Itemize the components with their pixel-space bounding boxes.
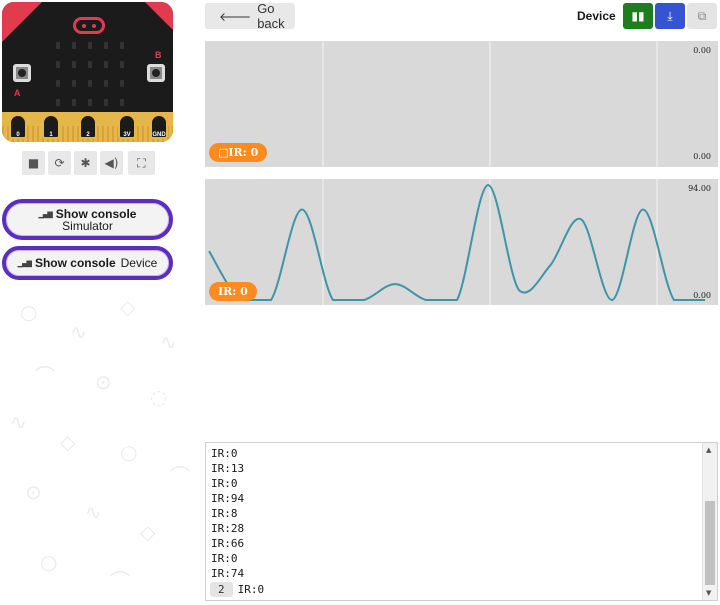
scrollbar-thumb[interactable] xyxy=(705,501,715,585)
console-scrollbar[interactable]: ▲ ▼ xyxy=(702,443,717,600)
go-back-label: Go back xyxy=(257,1,285,31)
button-b[interactable] xyxy=(147,64,165,82)
series-line-ir xyxy=(208,183,705,302)
console-line: IR:94 xyxy=(211,492,245,505)
console-line: IR:0 xyxy=(211,552,238,565)
background-pattern: ○ ∿ ◇ ∿ ⌒ ⊙ ◌ ∿ ◇ ○ ⌒ ⊙ ∿ ◇ ○ ⌒ xyxy=(10,295,190,593)
console-line: IR:0 xyxy=(211,477,238,490)
console-button-title: Show console xyxy=(55,206,137,221)
serial-console[interactable]: IR:0 IR:13 IR:0 IR:94 IR:8 IR:28 IR:66 IR:0 IR:7… xyxy=(205,442,718,601)
arrow-left-icon: 🡐 xyxy=(219,9,252,24)
restart-icon: ⟳ xyxy=(54,156,65,170)
pin-label: 3V xyxy=(123,132,131,138)
chart-bars-icon: ▁▃▅ xyxy=(17,258,32,268)
board-corner-decoration xyxy=(145,2,173,30)
chart-ir-empty: 0.00 0.00 xyxy=(205,41,718,167)
mute-button[interactable]: ◀) xyxy=(100,151,123,175)
fullscreen-icon: ⛶ xyxy=(137,155,146,170)
led xyxy=(88,61,92,68)
fullscreen-button[interactable]: ⛶ xyxy=(128,151,155,175)
led xyxy=(56,61,60,68)
debug-button[interactable]: ✱ xyxy=(74,151,97,175)
console-line: IR:66 xyxy=(211,537,245,550)
speaker-icon: ◀) xyxy=(104,156,119,170)
go-back-button[interactable]: 🡐 Go back xyxy=(205,1,295,31)
download-icon: ⤓ xyxy=(667,8,673,23)
chart-svg xyxy=(208,179,705,305)
led xyxy=(120,99,124,106)
led xyxy=(104,99,108,106)
chart-bars-icon: ▁▃▅ xyxy=(38,208,53,219)
led xyxy=(72,99,76,106)
y-max-label: 0.00 xyxy=(693,46,711,55)
download-button[interactable]: ⤓ xyxy=(655,3,685,29)
series-tag: IR: 0 xyxy=(209,282,257,301)
scroll-down-icon[interactable]: ▼ xyxy=(706,589,711,597)
console-last-line: 2 IR:0 xyxy=(210,582,264,597)
pin-label: GND xyxy=(152,132,166,138)
led xyxy=(104,80,108,87)
microbit-logo[interactable] xyxy=(73,17,105,34)
y-max-label: 94.00 xyxy=(688,184,711,193)
split-view-icon: ▮▮ xyxy=(631,9,645,23)
led xyxy=(56,99,60,106)
chart-ir: 94.00 0.00 xyxy=(205,179,718,305)
button-a-label: A xyxy=(14,88,21,98)
console-line: IR:74 xyxy=(211,567,245,580)
console-line: IR:8 xyxy=(211,507,238,520)
led xyxy=(56,80,60,87)
console-line: IR:0 xyxy=(237,583,265,596)
led xyxy=(72,80,76,87)
console-button-subtitle: Simulator xyxy=(62,218,113,233)
bug-icon: ✱ xyxy=(80,156,91,170)
led xyxy=(104,61,108,68)
microbit-simulator[interactable]: A B 0 1 2 3V GND xyxy=(2,2,173,142)
stop-button[interactable]: ■ xyxy=(22,151,45,175)
console-line: IR:0 xyxy=(211,447,238,460)
simulator-toolbar: ■ ⟳ ✱ ◀) ⛶ xyxy=(22,151,155,175)
copy-icon: ⧉ xyxy=(697,8,707,23)
show-console-device-button[interactable]: ▁▃▅ Show console Device xyxy=(2,246,173,280)
repeat-count-badge: 2 xyxy=(210,582,233,597)
copy-button[interactable]: ⧉ xyxy=(687,3,717,29)
console-button-subtitle: Device xyxy=(120,256,158,270)
pin-label: 2 xyxy=(86,132,90,138)
led xyxy=(120,80,124,87)
led xyxy=(72,42,76,49)
stop-icon: ■ xyxy=(27,156,40,170)
device-label: Device xyxy=(577,9,616,23)
led xyxy=(104,42,108,49)
led xyxy=(120,61,124,68)
restart-button[interactable]: ⟳ xyxy=(48,151,71,175)
led xyxy=(88,42,92,49)
scroll-up-icon[interactable]: ▲ xyxy=(706,446,711,454)
led xyxy=(72,61,76,68)
board-corner-decoration xyxy=(14,2,36,24)
led xyxy=(88,80,92,87)
show-console-simulator-button[interactable]: ▁▃▅ Show console Simulator xyxy=(2,199,173,240)
pin-label: 0 xyxy=(16,132,20,138)
pin-label: 1 xyxy=(49,132,53,138)
button-a[interactable] xyxy=(13,64,31,82)
console-button-title: Show console xyxy=(34,256,116,270)
led xyxy=(120,42,124,49)
series-tag: □IR: 0 xyxy=(209,143,268,162)
console-line: IR:13 xyxy=(211,462,245,475)
console-lines: IR:0 IR:13 IR:0 IR:94 IR:8 IR:28 IR:66 IR:0 IR:7… xyxy=(211,446,244,581)
button-b-label: B xyxy=(155,50,162,60)
console-line: IR:28 xyxy=(211,522,245,535)
chart-svg xyxy=(322,41,658,167)
led xyxy=(88,99,92,106)
split-view-button[interactable]: ▮▮ xyxy=(623,3,653,29)
y-min-label: 0.00 xyxy=(693,152,711,161)
led xyxy=(56,42,60,49)
y-min-label: 0.00 xyxy=(693,291,711,300)
